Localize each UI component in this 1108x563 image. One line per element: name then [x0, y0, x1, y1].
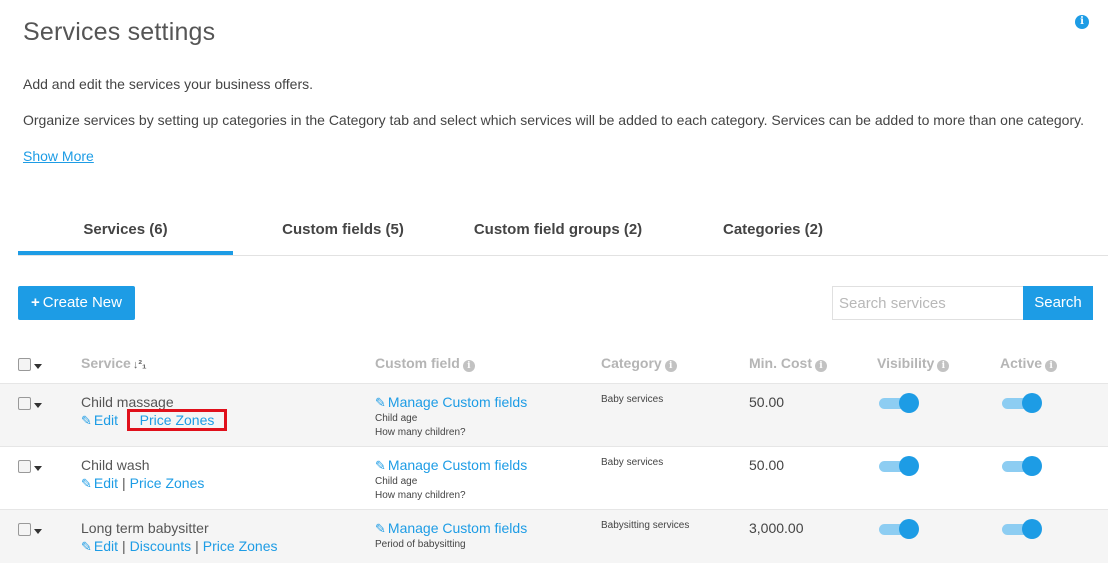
edit-label: Edit: [93, 538, 119, 554]
caret-down-icon[interactable]: [34, 466, 42, 471]
toggle-knob: [1022, 519, 1042, 539]
price-zones-link[interactable]: Price Zones: [130, 475, 205, 491]
header-active: Active i: [1000, 355, 1058, 372]
plus-icon: +: [31, 294, 40, 311]
custom-field-item: How many children?: [375, 427, 466, 438]
tab-categories[interactable]: Categories (2): [698, 212, 848, 255]
tab-services[interactable]: Services (6): [18, 212, 233, 255]
manage-custom-fields-label: Manage Custom fields: [387, 520, 528, 536]
header-active-label: Active: [1000, 355, 1043, 371]
header-min-cost-label: Min. Cost: [749, 355, 812, 371]
manage-custom-fields-link[interactable]: ✎ Manage Custom fields: [375, 394, 527, 411]
show-more-link[interactable]: Show More: [23, 148, 94, 164]
info-icon[interactable]: i: [1075, 15, 1089, 29]
row-actions: ✎Edit|Price Zones: [81, 475, 204, 492]
table-row: Long term babysitter ✎ Edit | Discounts | Pri…: [0, 509, 1108, 563]
min-cost-value: 50.00: [749, 457, 785, 473]
visibility-toggle[interactable]: [879, 393, 919, 413]
price-zones-link[interactable]: Price Zones: [126, 409, 228, 431]
custom-field-item: Child age: [375, 476, 418, 487]
header-custom-field: Custom field i: [375, 355, 475, 372]
page-title: Services settings: [23, 18, 216, 46]
select-all-checkbox[interactable]: [18, 358, 31, 371]
visibility-toggle[interactable]: [879, 456, 919, 476]
header-category: Category i: [601, 355, 677, 372]
manage-custom-fields-label: Manage Custom fields: [387, 394, 528, 410]
caret-down-icon[interactable]: [34, 403, 42, 408]
edit-label: Edit: [93, 475, 119, 491]
custom-field-item: How many children?: [375, 490, 466, 501]
page-description-detail: Organize services by setting up categori…: [23, 112, 1084, 128]
table-row: Child massage ✎Edit|Price Zones ✎Manage …: [0, 383, 1108, 446]
toggle-knob: [899, 519, 919, 539]
page-description: Add and edit the services your business …: [23, 76, 314, 92]
header-service-label: Service: [81, 355, 131, 371]
edit-link[interactable]: ✎ Edit: [81, 538, 118, 554]
toggle-knob: [1022, 456, 1042, 476]
service-name: Long term babysitter: [81, 520, 209, 536]
separator: |: [195, 538, 199, 554]
caret-down-icon[interactable]: [34, 364, 42, 369]
separator: |: [122, 475, 126, 491]
category-value: Baby services: [601, 457, 664, 468]
caret-down-icon[interactable]: [34, 529, 42, 534]
min-cost-value: 50.00: [749, 394, 785, 410]
header-category-label: Category: [601, 355, 662, 371]
separator: |: [122, 538, 126, 554]
custom-field-item: Child age: [375, 413, 418, 424]
edit-icon: ✎: [81, 539, 92, 554]
manage-custom-fields-label: Manage Custom fields: [387, 457, 528, 473]
row-actions: ✎Edit|Price Zones: [81, 409, 228, 431]
category-value: Babysitting services: [601, 520, 690, 531]
header-visibility-label: Visibility: [877, 355, 935, 371]
edit-label: Edit: [93, 412, 119, 428]
create-new-label: Create New: [42, 294, 122, 311]
table-row: Child wash ✎ Edit | Price Zones ✎ Manage Cus…: [0, 446, 1108, 509]
manage-custom-fields-link[interactable]: ✎ Manage Custom fields: [375, 457, 527, 474]
toggle-knob: [899, 456, 919, 476]
row-checkbox[interactable]: [18, 397, 31, 410]
tab-bar: Services (6) Custom fields (5) Custom fi…: [18, 212, 1108, 256]
info-icon[interactable]: i: [664, 360, 677, 372]
row-checkbox[interactable]: [18, 460, 31, 473]
discounts-link[interactable]: Discounts: [130, 538, 191, 554]
info-icon[interactable]: i: [1045, 360, 1058, 372]
create-new-button[interactable]: + Create New: [18, 286, 135, 320]
row-actions: ✎ Edit | Discounts | Price Zones: [81, 538, 277, 555]
info-icon[interactable]: i: [937, 360, 950, 372]
active-toggle[interactable]: [1002, 456, 1042, 476]
tab-custom-field-groups[interactable]: Custom field groups (2): [458, 212, 658, 255]
header-custom-field-label: Custom field: [375, 355, 460, 371]
edit-icon: ✎: [81, 413, 92, 428]
price-zones-link[interactable]: Price Zones: [203, 538, 278, 554]
info-icon[interactable]: i: [815, 360, 827, 372]
tab-custom-fields[interactable]: Custom fields (5): [258, 212, 428, 255]
visibility-toggle[interactable]: [879, 519, 919, 539]
edit-icon: ✎: [81, 476, 92, 491]
header-visibility: Visibility i: [877, 355, 950, 372]
active-toggle[interactable]: [1002, 393, 1042, 413]
service-name: Child wash: [81, 457, 150, 473]
search-input[interactable]: [832, 286, 1024, 320]
category-value: Baby services: [601, 394, 664, 405]
toggle-knob: [1022, 393, 1042, 413]
min-cost-value: 3,000.00: [749, 520, 804, 536]
header-service[interactable]: Service ↓²₁: [81, 355, 147, 371]
custom-field-item: Period of babysitting: [375, 539, 466, 550]
search-button[interactable]: Search: [1023, 286, 1093, 320]
service-name: Child massage: [81, 394, 174, 410]
toggle-knob: [899, 393, 919, 413]
row-checkbox[interactable]: [18, 523, 31, 536]
edit-link[interactable]: ✎ Edit: [81, 412, 118, 428]
edit-icon: ✎: [375, 521, 386, 536]
manage-custom-fields-link[interactable]: ✎ Manage Custom fields: [375, 520, 527, 537]
header-min-cost: Min. Cost i: [749, 355, 827, 372]
active-toggle[interactable]: [1002, 519, 1042, 539]
edit-icon: ✎: [375, 458, 386, 473]
edit-link[interactable]: ✎ Edit: [81, 475, 118, 491]
sort-alpha-icon[interactable]: ↓²₁: [133, 359, 147, 371]
edit-icon: ✎: [375, 395, 386, 410]
info-icon[interactable]: i: [462, 360, 475, 372]
